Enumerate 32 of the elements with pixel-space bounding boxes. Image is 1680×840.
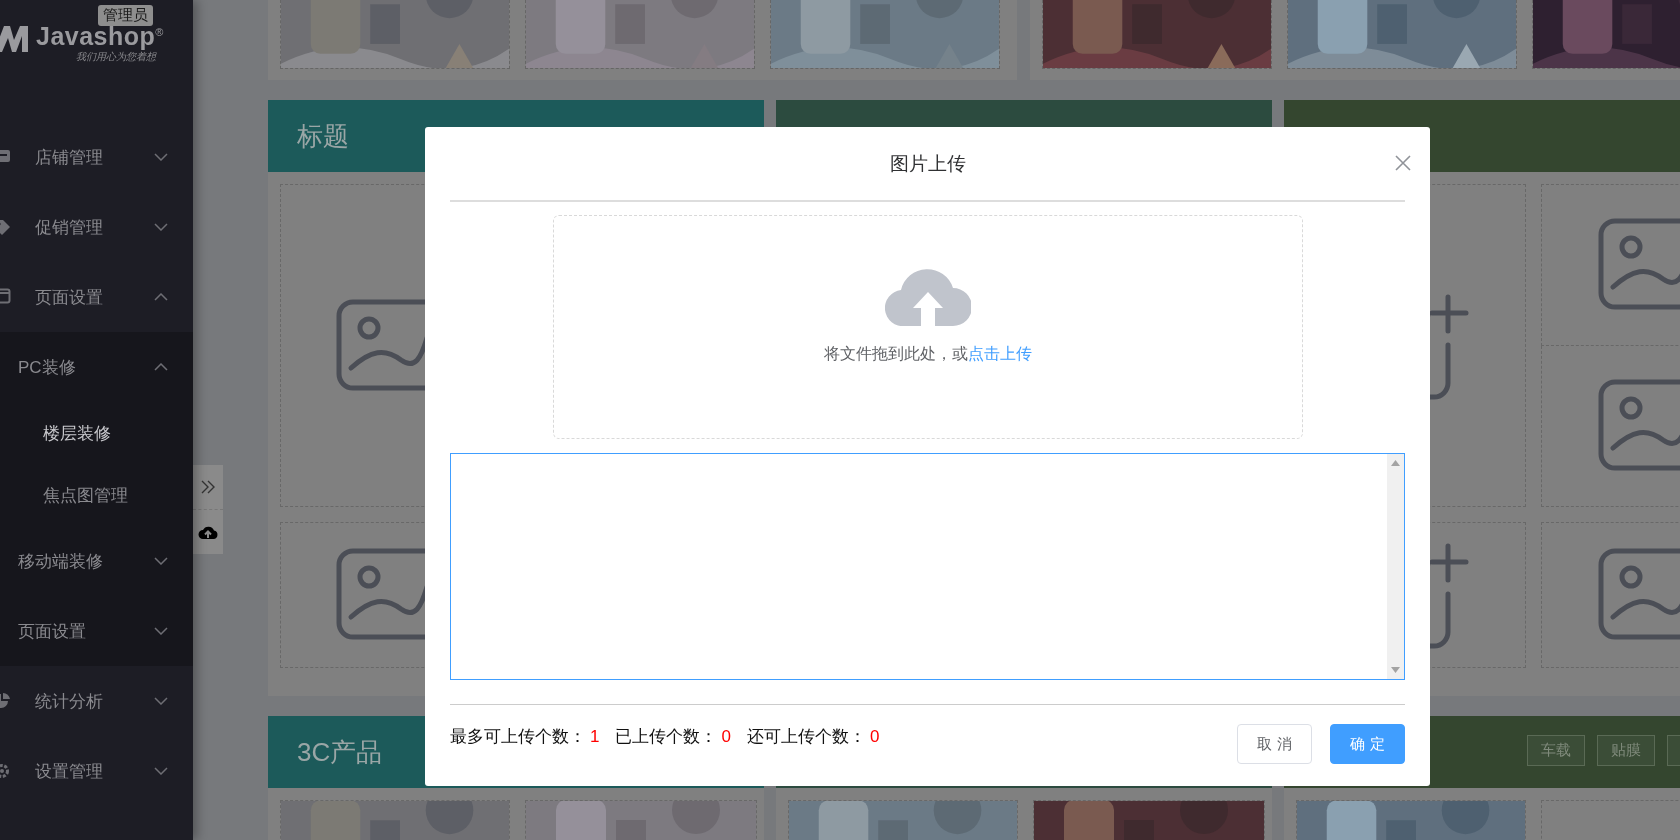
upload-icon[interactable] <box>198 524 218 540</box>
scrollbar[interactable] <box>1387 454 1404 679</box>
expand-icon[interactable] <box>200 479 216 495</box>
upload-count: 还可上传个数： 0 <box>746 726 880 748</box>
scroll-down-icon[interactable] <box>1391 667 1400 673</box>
upload-hint: 将文件拖到此处，或点击上传 <box>823 344 1032 364</box>
close-icon[interactable] <box>1395 155 1411 171</box>
scroll-up-icon[interactable] <box>1391 460 1400 466</box>
menu-item[interactable]: 促销管理 <box>35 215 103 239</box>
submenu-item[interactable]: 焦点图管理 <box>43 483 128 507</box>
cancel-button[interactable]: 取 消 <box>1237 724 1312 764</box>
upload-link[interactable]: 点击上传 <box>967 345 1032 362</box>
role-badge: 管理员 <box>98 5 153 26</box>
confirm-button[interactable]: 确 定 <box>1330 724 1405 764</box>
upload-count: 最多可上传个数： 1 <box>450 726 600 748</box>
upload-count: 已上传个数： 0 <box>615 726 731 748</box>
submenu-item[interactable]: 页面设置 <box>18 619 86 643</box>
submenu-item[interactable]: 楼层装修 <box>43 421 111 445</box>
logo-mark-icon <box>0 24 30 54</box>
dialog-title: 图片上传 <box>889 151 966 176</box>
floor-title: 标题 <box>297 119 349 153</box>
menu-item[interactable]: 设置管理 <box>35 759 103 783</box>
submenu-item[interactable]: PC装修 <box>18 355 76 379</box>
menu-item[interactable]: 店铺管理 <box>35 145 103 169</box>
upload-dropzone[interactable]: 将文件拖到此处，或点击上传 <box>552 215 1303 439</box>
menu-item[interactable]: 页面设置 <box>35 285 103 309</box>
menu-item[interactable]: 统计分析 <box>35 689 103 713</box>
submenu-item[interactable]: 移动端装修 <box>18 549 103 573</box>
logo-slogan: 我们用心为您着想 <box>76 51 156 64</box>
category-tag[interactable]: 车载 <box>1527 735 1585 766</box>
floor-title: 3C产品 <box>297 735 383 769</box>
category-tag[interactable]: 贴膜 <box>1597 735 1655 766</box>
